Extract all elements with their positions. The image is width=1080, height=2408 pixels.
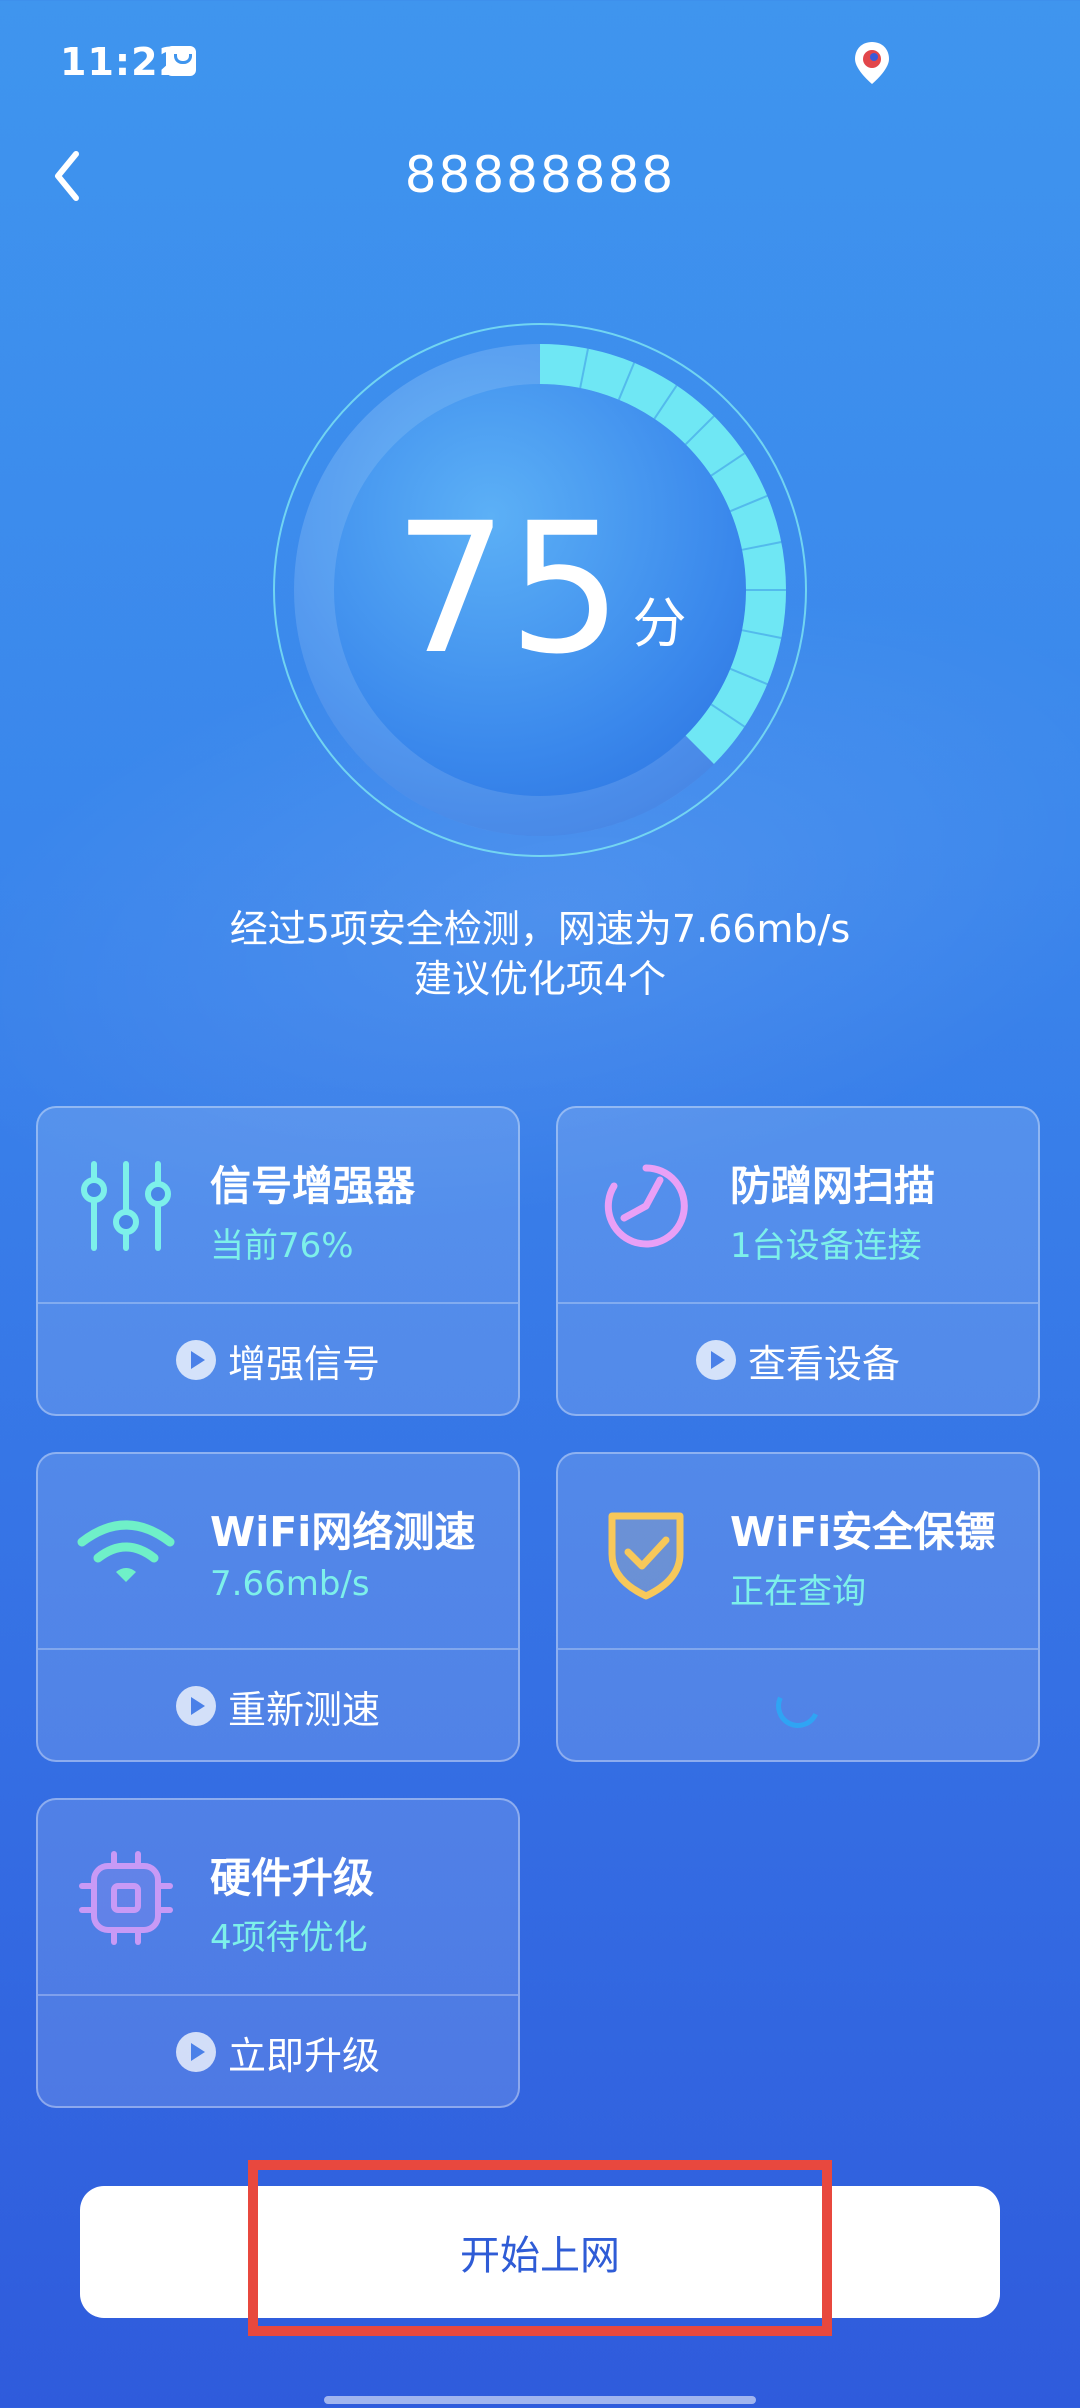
summary-line-2: 建议优化项4个 xyxy=(413,957,667,1001)
card-title: 信号增强器 xyxy=(210,1162,415,1210)
card-subtitle: 4项待优化 xyxy=(210,1918,368,1958)
upgrade-now-button[interactable]: 立即升级 xyxy=(38,1996,518,2108)
card-hardware-upgrade: 硬件升级 4项待优化 立即升级 xyxy=(36,1798,520,2108)
card-anti-leech-scan: 防蹭网扫描 1台设备连接 查看设备 xyxy=(556,1106,1040,1416)
card-subtitle: 当前76% xyxy=(210,1226,354,1266)
loading-spinner-icon xyxy=(769,1677,827,1735)
security-check-status xyxy=(558,1650,1038,1762)
chip-icon xyxy=(79,1851,173,1945)
card-wifi-speed-test: WiFi网络测速 7.66mb/s 重新测速 xyxy=(36,1452,520,1762)
card-title: 防蹭网扫描 xyxy=(730,1162,935,1210)
retest-speed-button[interactable]: 重新测速 xyxy=(38,1650,518,1762)
page-title: 88888888 xyxy=(404,146,676,204)
action-label: 重新测速 xyxy=(227,1687,380,1732)
score-value: 75 xyxy=(393,485,623,694)
card-header: WiFi安全保镖 正在查询 xyxy=(558,1454,1038,1648)
scan-gauge-icon xyxy=(604,1164,688,1248)
home-indicator[interactable] xyxy=(324,2396,756,2404)
card-header: 信号增强器 当前76% xyxy=(38,1108,518,1302)
action-label: 增强信号 xyxy=(227,1341,380,1386)
card-subtitle: 1台设备连接 xyxy=(730,1226,922,1266)
wifi-icon xyxy=(77,1520,175,1582)
card-title: WiFi网络测速 xyxy=(210,1508,476,1556)
action-label: 立即升级 xyxy=(227,2033,380,2078)
card-header: 硬件升级 4项待优化 xyxy=(38,1800,518,1994)
card-subtitle: 正在查询 xyxy=(730,1572,866,1612)
card-header: 防蹭网扫描 1台设备连接 xyxy=(558,1108,1038,1302)
scan-summary: 经过5项安全检测，网速为7.66mb/s 建议优化项4个 xyxy=(0,904,1080,1004)
play-icon xyxy=(175,1340,216,1380)
equalizer-icon xyxy=(81,1161,171,1251)
shield-check-icon xyxy=(608,1512,684,1600)
play-icon xyxy=(695,1340,736,1380)
card-title: WiFi安全保镖 xyxy=(730,1508,996,1556)
action-label: 查看设备 xyxy=(747,1341,900,1386)
card-wifi-security-guard: WiFi安全保镖 正在查询 xyxy=(556,1452,1040,1762)
score-display: 75 分 xyxy=(270,320,810,860)
card-header: WiFi网络测速 7.66mb/s xyxy=(38,1454,518,1648)
shopping-bag-icon xyxy=(166,46,196,76)
score-unit: 分 xyxy=(632,591,687,655)
view-devices-button[interactable]: 查看设备 xyxy=(558,1304,1038,1416)
card-title: 硬件升级 xyxy=(210,1854,374,1902)
location-pin-icon xyxy=(855,42,889,84)
card-subtitle: 7.66mb/s xyxy=(210,1564,370,1604)
score-gauge: 75 分 xyxy=(270,320,810,860)
highlight-box xyxy=(248,2160,832,2336)
play-icon xyxy=(175,2032,216,2072)
boost-signal-button[interactable]: 增强信号 xyxy=(38,1304,518,1416)
card-signal-booster: 信号增强器 当前76% 增强信号 xyxy=(36,1106,520,1416)
summary-line-1: 经过5项安全检测，网速为7.66mb/s xyxy=(229,907,851,951)
play-icon xyxy=(175,1686,216,1726)
